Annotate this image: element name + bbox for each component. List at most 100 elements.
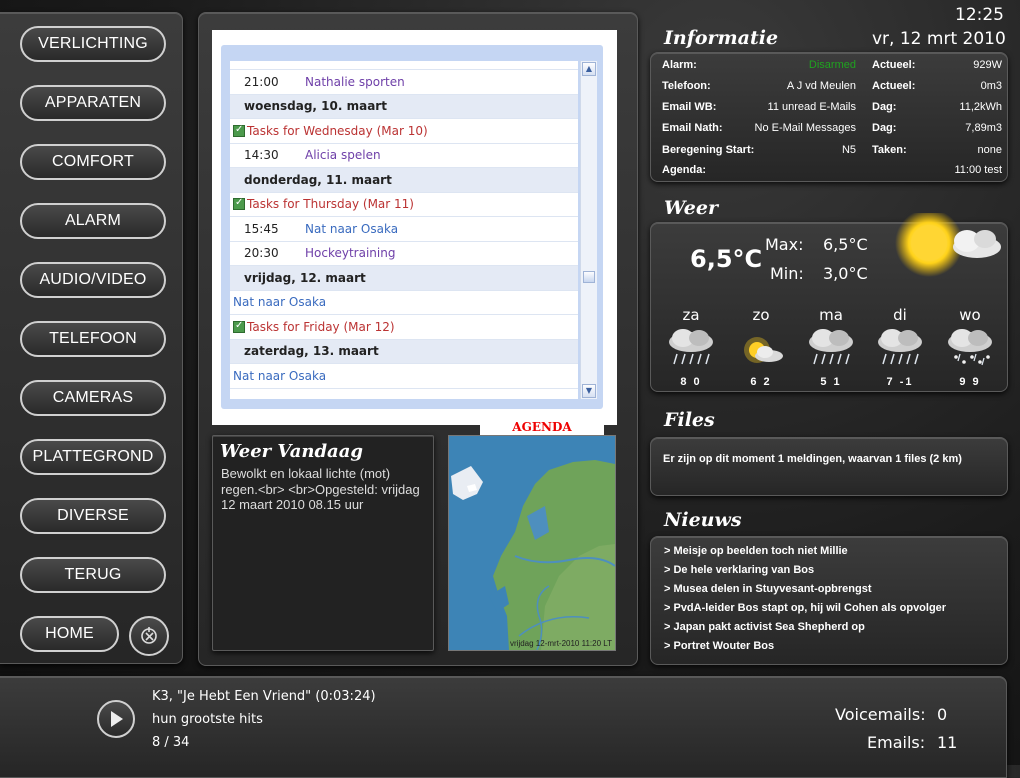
info-key: Agenda:: [662, 164, 706, 176]
scroll-down-button[interactable]: ▼: [582, 384, 596, 398]
info-key: Email Nath:: [662, 122, 723, 134]
info-value: 11,2kWh: [959, 101, 1002, 113]
weer-title: Weer: [664, 197, 718, 219]
map-timestamp: vrijdag 12-mrt-2010 11:20 LT: [510, 639, 612, 648]
agenda-allday-row[interactable]: Nat naar Osaka: [230, 291, 578, 315]
netherlands-map-image: [449, 436, 615, 650]
informatie-panel: [650, 52, 1008, 182]
agenda-event-text: Alicia spelen: [305, 148, 381, 163]
info-key: Alarm:: [662, 59, 697, 71]
agenda-day-header[interactable]: zaterdag, 13. maart: [230, 339, 578, 364]
info-key: Actueel:: [872, 59, 916, 71]
agenda-task-text: Tasks for Friday (Mar 12): [247, 319, 395, 334]
agenda-widget: 21:00 Nathalie sporten woensdag, 10. maart…: [212, 30, 617, 437]
news-item[interactable]: > Musea delen in Stuyvesant-opbrengst: [664, 583, 872, 595]
agenda-event-text: Hockeytraining: [305, 246, 396, 261]
info-key: Dag:: [872, 122, 897, 134]
info-key: Actueel:: [872, 80, 916, 92]
info-value: N5: [841, 144, 856, 156]
voicemails-label: Voicemails:: [835, 705, 926, 724]
info-value: 11:00 test: [954, 164, 1003, 176]
agenda-event-row[interactable]: 21:00 Nathalie sporten: [230, 70, 578, 95]
rain-icon: [874, 328, 926, 368]
info-value: 7,89m3: [965, 122, 1002, 134]
agenda-task-row[interactable]: Tasks for Wednesday (Mar 10): [230, 119, 578, 144]
speaker-mute-icon: [141, 627, 157, 644]
sun-cloud-icon: [895, 213, 1001, 277]
agenda-event-row[interactable]: 20:30 Hockeytraining: [230, 242, 578, 266]
agenda-allday-row[interactable]: Nat naar Osaka: [230, 364, 578, 389]
info-key: Dag:: [872, 101, 897, 113]
menu-button-comfort[interactable]: COMFORT: [20, 144, 166, 180]
snow-rain-icon: [944, 328, 996, 368]
playlist-position: 8 / 34: [152, 735, 190, 750]
menu-button-terug[interactable]: TERUG: [20, 557, 166, 593]
current-temperature: 6,5°C: [690, 245, 763, 273]
files-title: Files: [664, 409, 715, 431]
home-button[interactable]: HOME: [20, 616, 119, 652]
info-key: Taken:: [872, 144, 907, 156]
agenda-task-text: Tasks for Wednesday (Mar 10): [247, 123, 428, 138]
forecast-day-label: zo: [752, 306, 770, 324]
clock: 12:25: [955, 5, 1004, 25]
scroll-thumb[interactable]: [583, 271, 595, 283]
agenda-event-text: Nathalie sporten: [305, 74, 405, 89]
task-check-icon: [233, 320, 245, 333]
nieuws-title: Nieuws: [664, 509, 742, 531]
menu-button-plattegrond[interactable]: PLATTEGROND: [20, 439, 166, 475]
info-key: Email WB:: [662, 101, 717, 113]
info-value: No E-Mail Messages: [754, 122, 856, 134]
voicemails-count: 0: [937, 705, 948, 724]
agenda-task-row[interactable]: Tasks for Friday (Mar 12): [230, 315, 578, 340]
informatie-title: Informatie: [664, 27, 779, 49]
menu-button-alarm[interactable]: ALARM: [20, 203, 166, 239]
news-item[interactable]: > De hele verklaring van Bos: [664, 564, 814, 576]
now-playing-album: hun grootste hits: [152, 712, 263, 727]
forecast-temps: 7 -1: [886, 376, 914, 388]
files-panel: Er zijn op dit moment 1 meldingen, waarv…: [650, 437, 1008, 496]
forecast-temps: 6 2: [750, 376, 772, 388]
menu-button-telefoon[interactable]: TELEFOON: [20, 321, 166, 357]
forecast-temps: 5 1: [820, 376, 842, 388]
task-check-icon: [233, 124, 245, 137]
agenda-event-row[interactable]: 14:30 Alicia spelen: [230, 144, 578, 168]
agenda-day-header[interactable]: woensdag, 10. maart: [230, 94, 578, 119]
weer-vandaag-panel: Weer Vandaag Bewolkt en lokaal lichte (m…: [212, 435, 434, 651]
menu-button-apparaten[interactable]: APPARATEN: [20, 85, 166, 121]
weer-vandaag-title: Weer Vandaag: [220, 441, 363, 462]
agenda-event-time: 20:30: [244, 246, 279, 261]
mute-button[interactable]: [129, 616, 169, 656]
info-value: 929W: [973, 59, 1002, 71]
menu-button-audio-video[interactable]: AUDIO/VIDEO: [20, 262, 166, 298]
forecast-day-label: wo: [959, 306, 981, 324]
agenda-list[interactable]: 21:00 Nathalie sporten woensdag, 10. maart…: [230, 61, 578, 399]
emails-count: 11: [937, 733, 958, 752]
forecast-temps: 9 9: [959, 376, 981, 388]
news-item[interactable]: > Portret Wouter Bos: [664, 640, 774, 652]
agenda-allday-text: Nat naar Osaka: [233, 368, 327, 383]
info-value: 11 unread E-Mails: [767, 101, 856, 113]
news-item[interactable]: > PvdA-leider Bos stapt op, hij wil Cohe…: [664, 602, 946, 614]
weather-radar-map[interactable]: vrijdag 12-mrt-2010 11:20 LT: [448, 435, 616, 651]
files-text: Er zijn op dit moment 1 meldingen, waarv…: [663, 453, 962, 465]
nieuws-panel: > Meisje op beelden toch niet Millie > De…: [650, 536, 1008, 665]
info-key: Beregening Start:: [662, 144, 755, 156]
info-value: 0m3: [980, 80, 1002, 92]
agenda-container: 21:00 Nathalie sporten woensdag, 10. maart…: [221, 45, 604, 437]
agenda-day-header[interactable]: donderdag, 11. maart: [230, 168, 578, 193]
scroll-up-button[interactable]: ▲: [582, 62, 596, 76]
play-button[interactable]: [97, 700, 135, 738]
menu-button-cameras[interactable]: CAMERAS: [20, 380, 166, 416]
weer-vandaag-text: Bewolkt en lokaal lichte (mot) regen.<br…: [221, 466, 420, 512]
info-key: Telefoon:: [662, 80, 711, 92]
menu-button-verlichting[interactable]: VERLICHTING: [20, 26, 166, 62]
agenda-event-row[interactable]: 15:45 Nat naar Osaka: [230, 217, 578, 242]
agenda-scrollbar[interactable]: ▲ ▼: [580, 61, 597, 399]
news-item[interactable]: > Meisje op beelden toch niet Millie: [664, 545, 848, 557]
menu-button-diverse[interactable]: DIVERSE: [20, 498, 166, 534]
agenda-task-row[interactable]: Tasks for Thursday (Mar 11): [230, 193, 578, 217]
forecast-day-label: di: [893, 306, 907, 324]
news-item[interactable]: > Japan pakt activist Sea Shepherd op: [664, 621, 865, 633]
agenda-day-header[interactable]: vrijdag, 12. maart: [230, 266, 578, 291]
agenda-event-time: 15:45: [244, 221, 279, 236]
